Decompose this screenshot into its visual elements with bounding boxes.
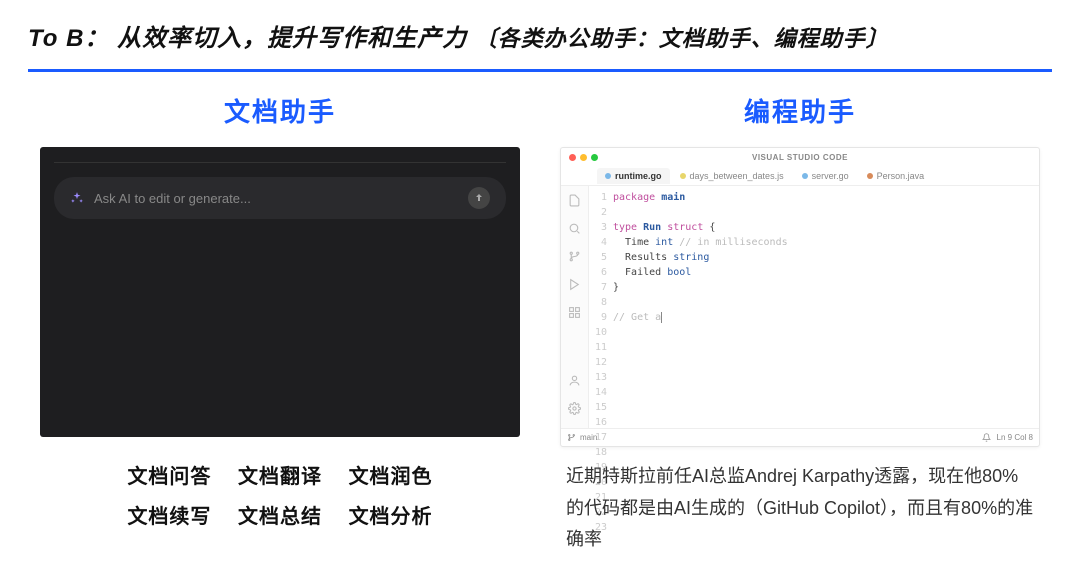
tag: 文档总结: [238, 506, 322, 528]
branch-name: main: [580, 433, 597, 442]
gear-icon[interactable]: [568, 402, 581, 420]
cursor-position: Ln 9 Col 8: [997, 433, 1033, 442]
ai-prompt-placeholder: Ask AI to edit or generate...: [94, 191, 458, 206]
doc-tags-row-1: 文档问答 文档翻译 文档润色: [117, 457, 442, 497]
branch-icon[interactable]: [568, 250, 581, 268]
tag: 文档翻译: [238, 466, 322, 488]
files-icon[interactable]: [568, 194, 581, 212]
code-content: package main type Run struct { Time int …: [613, 190, 1039, 428]
vscode-titlebar: VISUAL STUDIO CODE: [561, 148, 1039, 166]
code-assistant-description: 近期特斯拉前任AI总监Andrej Karpathy透露，现在他80%的代码都是…: [560, 461, 1040, 556]
tab-label: days_between_dates.js: [690, 171, 784, 181]
extensions-icon[interactable]: [568, 306, 581, 324]
column-code-assistant: 编程助手 VISUAL STUDIO CODE runtime.go days_b…: [560, 92, 1040, 556]
tab-label: Person.java: [877, 171, 925, 181]
doc-assistant-title: 文档助手: [224, 92, 336, 129]
tag: 文档续写: [127, 506, 211, 528]
doc-feature-tags: 文档问答 文档翻译 文档润色 文档续写 文档总结 文档分析: [117, 457, 442, 537]
vscode-window: VISUAL STUDIO CODE runtime.go days_betwee…: [560, 147, 1040, 447]
arrow-up-icon: [473, 192, 485, 204]
tab-label: runtime.go: [615, 171, 662, 181]
file-type-icon: [867, 173, 873, 179]
title-main: 从效率切入，提升写作和生产力: [117, 25, 467, 52]
editor-tab[interactable]: runtime.go: [597, 168, 670, 184]
branch-icon: [567, 433, 576, 442]
tag: 文档润色: [349, 466, 433, 488]
code-assistant-title: 编程助手: [744, 92, 856, 129]
vscode-title: VISUAL STUDIO CODE: [561, 153, 1039, 162]
slide-title: To B： 从效率切入，提升写作和生产力 〔各类办公助手：文档助手、编程助手〕: [28, 18, 1052, 53]
file-type-icon: [605, 173, 611, 179]
vscode-statusbar: main Ln 9 Col 8: [561, 428, 1039, 446]
vscode-editor[interactable]: 1234567891011121314151617181920212223 pa…: [589, 186, 1039, 428]
file-type-icon: [802, 173, 808, 179]
tag: 文档问答: [127, 466, 211, 488]
sparkle-icon: [70, 191, 84, 205]
search-icon[interactable]: [568, 222, 581, 240]
status-branch[interactable]: main: [567, 433, 597, 442]
editor-tab[interactable]: Person.java: [859, 168, 933, 184]
debug-icon[interactable]: [568, 278, 581, 296]
file-type-icon: [680, 173, 686, 179]
editor-tab[interactable]: server.go: [794, 168, 857, 184]
title-prefix: To B：: [28, 25, 109, 52]
doc-editor-panel: Ask AI to edit or generate...: [40, 147, 520, 437]
column-doc-assistant: 文档助手 Ask AI to edit or generate... 文档问答 …: [40, 92, 520, 556]
vscode-tabs: runtime.go days_between_dates.js server.go…: [561, 166, 1039, 186]
vscode-activity-bar: [561, 186, 589, 428]
ai-prompt-row[interactable]: Ask AI to edit or generate...: [54, 177, 506, 219]
slide-header: To B： 从效率切入，提升写作和生产力 〔各类办公助手：文档助手、编程助手〕: [0, 0, 1080, 63]
bell-icon[interactable]: [982, 433, 991, 442]
title-sub: 〔各类办公助手：文档助手、编程助手〕: [475, 26, 889, 51]
tab-label: server.go: [812, 171, 849, 181]
doc-tags-row-2: 文档续写 文档总结 文档分析: [117, 497, 442, 537]
tag: 文档分析: [349, 506, 433, 528]
line-gutter: 1234567891011121314151617181920212223: [589, 190, 613, 428]
doc-editor-topbar: [54, 157, 506, 163]
send-button[interactable]: [468, 187, 490, 209]
editor-tab[interactable]: days_between_dates.js: [672, 168, 792, 184]
account-icon[interactable]: [568, 374, 581, 392]
